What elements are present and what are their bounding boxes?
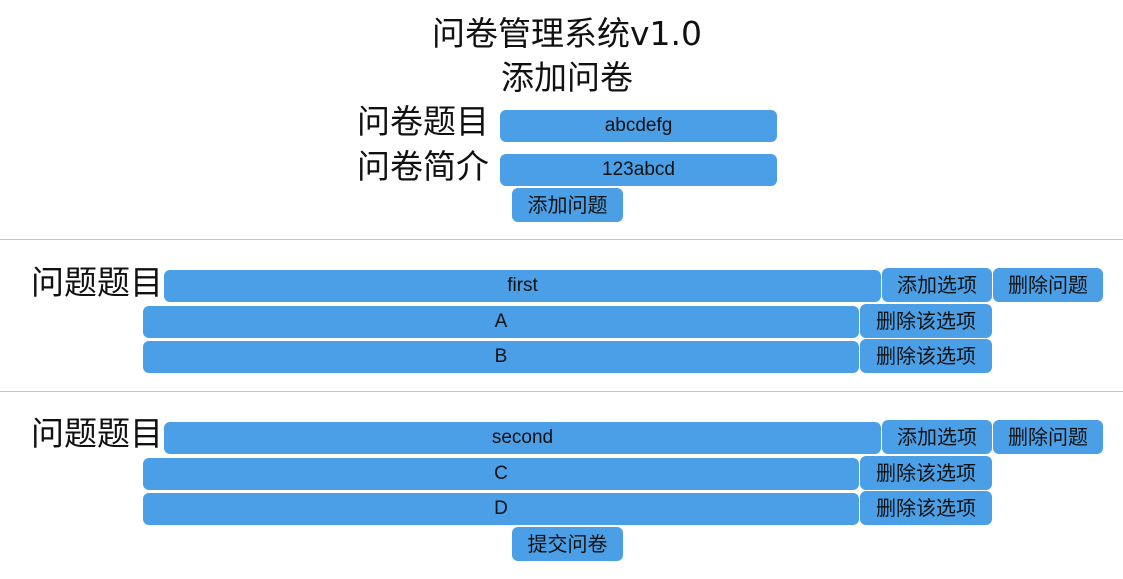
- option-input[interactable]: A: [143, 306, 859, 338]
- add-option-button[interactable]: 添加选项: [882, 420, 992, 454]
- divider: [0, 239, 1123, 240]
- delete-option-button[interactable]: 删除该选项: [860, 304, 992, 338]
- delete-question-button[interactable]: 删除问题: [993, 420, 1103, 454]
- app-title: 问卷管理系统v1.0: [431, 14, 702, 53]
- add-option-button[interactable]: 添加选项: [882, 268, 992, 302]
- delete-question-button[interactable]: 删除问题: [993, 268, 1103, 302]
- question-title-label: 问题题目: [31, 263, 163, 302]
- survey-title-input[interactable]: abcdefg: [500, 110, 777, 142]
- option-input[interactable]: B: [143, 341, 859, 373]
- add-question-button[interactable]: 添加问题: [512, 188, 623, 222]
- question-title-input[interactable]: first: [164, 270, 881, 302]
- option-input[interactable]: D: [143, 493, 859, 525]
- delete-option-button[interactable]: 删除该选项: [860, 339, 992, 373]
- survey-intro-input[interactable]: 123abcd: [500, 154, 777, 186]
- survey-intro-label: 问卷简介: [357, 147, 489, 186]
- question-title-input[interactable]: second: [164, 422, 881, 454]
- question-title-label: 问题题目: [31, 414, 163, 453]
- submit-survey-button[interactable]: 提交问卷: [512, 527, 623, 561]
- survey-title-label: 问卷题目: [357, 102, 489, 141]
- page-heading: 添加问卷: [501, 58, 633, 97]
- divider: [0, 391, 1123, 392]
- delete-option-button[interactable]: 删除该选项: [860, 491, 992, 525]
- delete-option-button[interactable]: 删除该选项: [860, 456, 992, 490]
- option-input[interactable]: C: [143, 458, 859, 490]
